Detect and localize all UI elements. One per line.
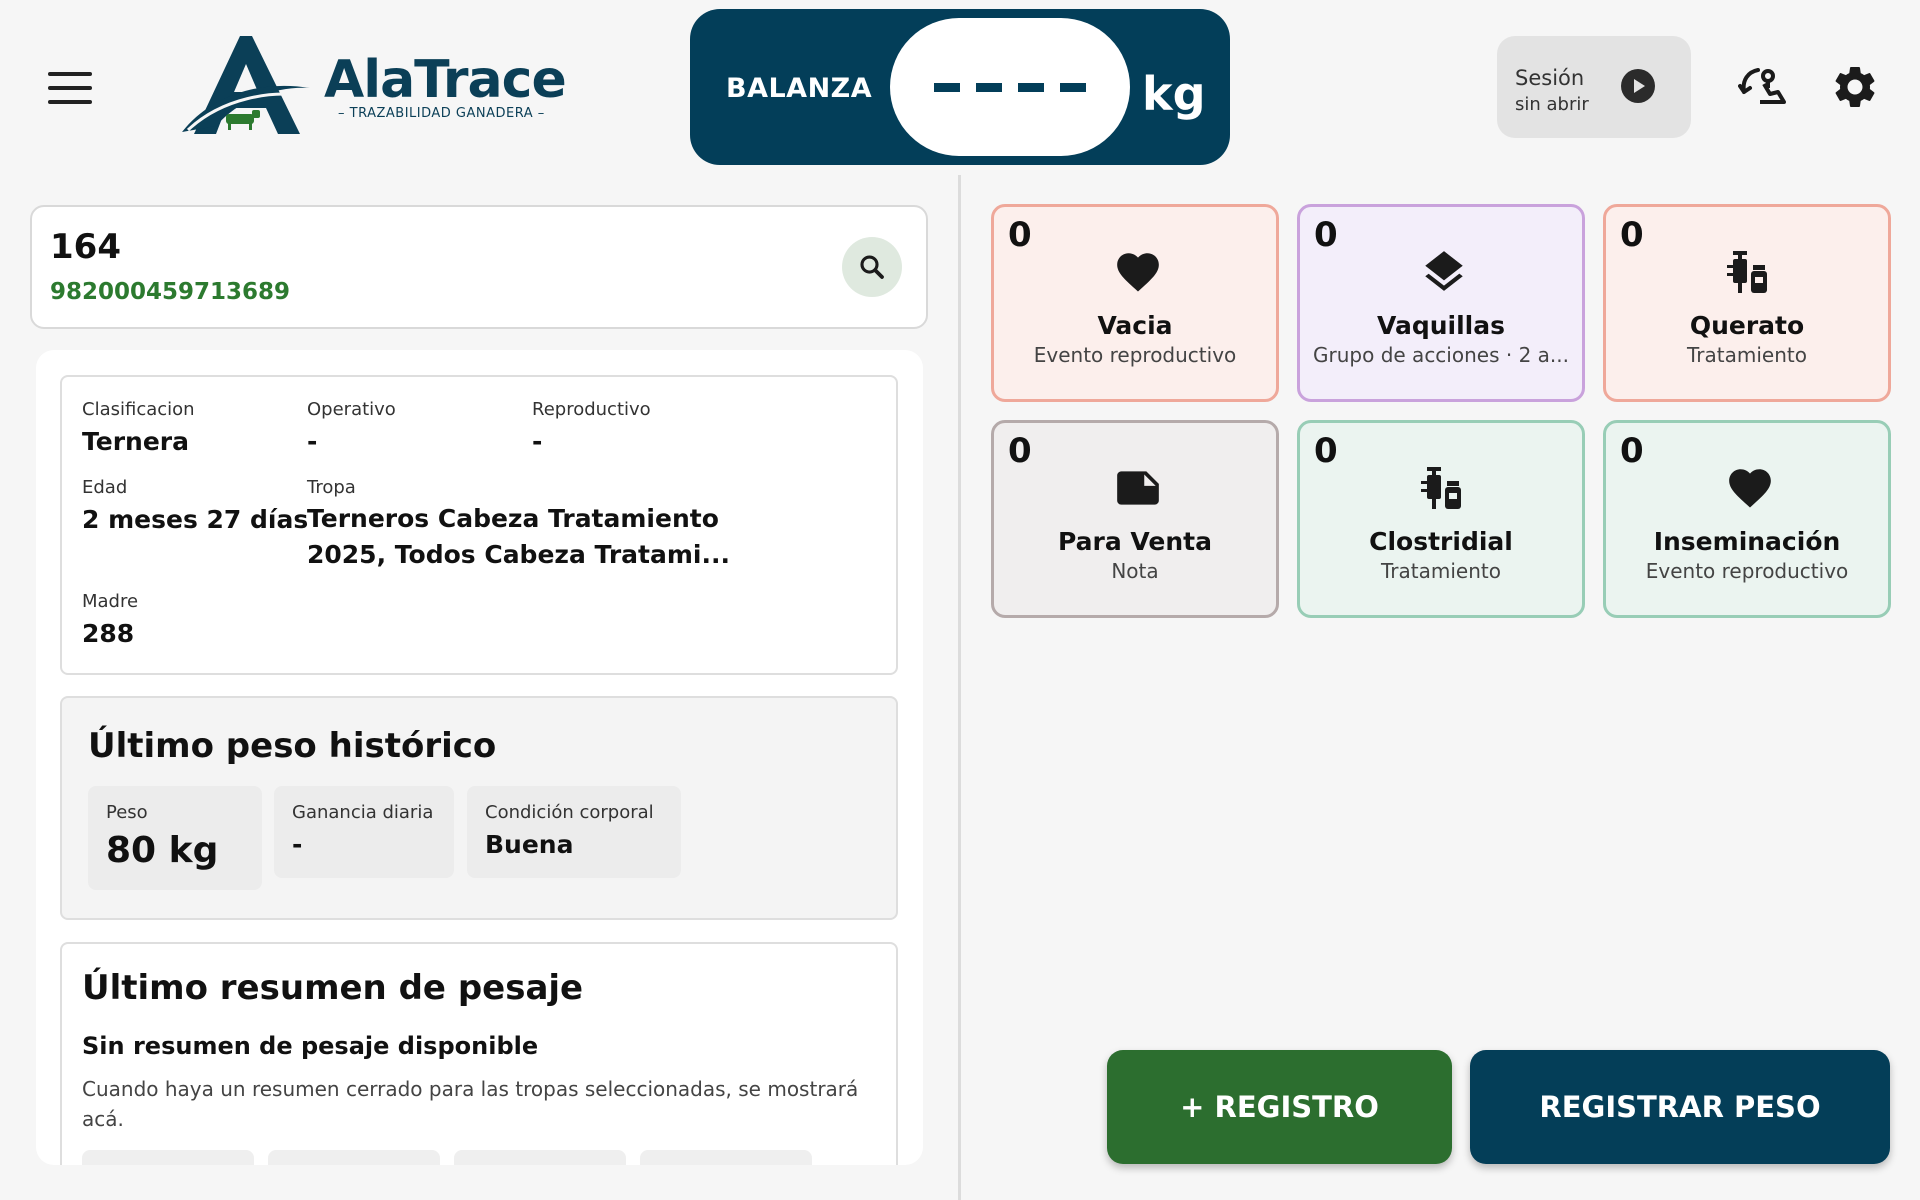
- tile-subtitle: Nota: [1111, 559, 1159, 583]
- operativo-value: -: [307, 427, 318, 456]
- tile-title: Vacia: [1097, 311, 1173, 340]
- sesion-status: sin abrir: [1515, 94, 1589, 115]
- resumen-subtitle: Sin resumen de pesaje disponible: [82, 1032, 539, 1060]
- tropa-label: Tropa: [307, 477, 356, 498]
- tropa-value-line2: 2025, Todos Cabeza Tratami...: [307, 540, 730, 569]
- edad-value: 2 meses 27 días: [82, 505, 309, 534]
- registrar-peso-button[interactable]: REGISTRAR PESO: [1470, 1050, 1890, 1164]
- note-icon: [1117, 471, 1159, 505]
- resumen-pesaje-card: Último resumen de pesaje Sin resumen de …: [60, 942, 898, 1165]
- tile-title: Querato: [1689, 311, 1805, 340]
- resumen-title: Último resumen de pesaje: [82, 968, 584, 1008]
- tile-title: Clostridial: [1369, 527, 1513, 556]
- sync-icon[interactable]: [1738, 64, 1788, 110]
- balanza-display: BALANZA kg: [690, 9, 1230, 165]
- tile-vacia[interactable]: 0 Vacia Evento reproductivo: [991, 204, 1279, 402]
- tile-querato[interactable]: 0 Querato Tratamiento: [1603, 204, 1891, 402]
- resumen-placeholder: [268, 1150, 440, 1165]
- add-registro-button[interactable]: + REGISTRO: [1107, 1050, 1452, 1164]
- reproductivo-value: -: [532, 427, 543, 456]
- ganancia-box: Ganancia diaria -: [274, 786, 454, 878]
- madre-value: 288: [82, 619, 135, 648]
- clasificacion-label: Clasificacion: [82, 399, 195, 420]
- search-icon: [860, 255, 884, 279]
- resumen-placeholder: [82, 1150, 254, 1165]
- tile-title: Inseminación: [1653, 527, 1841, 556]
- ultimo-peso-card: Último peso histórico Peso 80 kg Gananci…: [60, 696, 898, 920]
- play-icon: [1621, 69, 1655, 103]
- ganancia-label: Ganancia diaria: [292, 802, 434, 823]
- balanza-placeholder-dashes: [934, 82, 1086, 92]
- tile-para-venta[interactable]: 0 Para Venta Nota: [991, 420, 1279, 618]
- tile-subtitle: Tratamiento: [1687, 343, 1807, 367]
- resumen-placeholder: [640, 1150, 812, 1165]
- tile-count: 0: [1620, 215, 1644, 255]
- menu-icon[interactable]: [40, 66, 100, 110]
- tile-count: 0: [1008, 431, 1032, 471]
- logo-tagline: – TRAZABILIDAD GANADERA –: [338, 106, 545, 121]
- condicion-label: Condición corporal: [485, 802, 654, 823]
- animal-detail-panel[interactable]: Clasificacion Ternera Operativo - Reprod…: [36, 350, 923, 1165]
- balanza-label: BALANZA: [726, 73, 873, 104]
- syringe-vial-icon: [1421, 467, 1461, 509]
- operativo-label: Operativo: [307, 399, 396, 420]
- tile-count: 0: [1314, 215, 1338, 255]
- gear-icon[interactable]: [1830, 62, 1880, 112]
- heart-icon: [1117, 253, 1159, 292]
- tile-subtitle: Grupo de acciones · 2 a...: [1313, 343, 1569, 367]
- condicion-box: Condición corporal Buena: [467, 786, 681, 878]
- tile-count: 0: [1314, 431, 1338, 471]
- tile-subtitle: Evento reproductivo: [1645, 559, 1849, 583]
- madre-label: Madre: [82, 591, 139, 612]
- logo-name: AlaTrace: [324, 50, 567, 110]
- panel-divider: [958, 175, 961, 1200]
- search-button[interactable]: [842, 237, 902, 297]
- app-header: AlaTrace – TRAZABILIDAD GANADERA – BALAN…: [0, 0, 1920, 175]
- balanza-unit: kg: [1142, 67, 1206, 121]
- tile-title: Para Venta: [1058, 527, 1212, 556]
- tile-title: Vaquillas: [1376, 311, 1505, 340]
- condicion-value: Buena: [485, 830, 574, 859]
- animal-rfid: 982000459713689: [50, 279, 291, 305]
- animal-info-card: Clasificacion Ternera Operativo - Reprod…: [60, 375, 898, 675]
- syringe-vial-icon: [1727, 251, 1767, 293]
- peso-label: Peso: [106, 802, 148, 823]
- edad-label: Edad: [82, 477, 128, 498]
- tropa-value-line1: Terneros Cabeza Tratamiento: [307, 504, 719, 533]
- tile-count: 0: [1008, 215, 1032, 255]
- animal-id: 164: [50, 227, 121, 267]
- resumen-text: Cuando haya un resumen cerrado para las …: [82, 1077, 859, 1131]
- ultimo-peso-title: Último peso histórico: [88, 726, 497, 766]
- tile-inseminacion[interactable]: 0 Inseminación Evento reproductivo: [1603, 420, 1891, 618]
- logo-mark-icon: [182, 36, 310, 134]
- tile-subtitle: Tratamiento: [1381, 559, 1501, 583]
- ganancia-value: -: [292, 830, 303, 859]
- peso-value: 80 kg: [106, 830, 219, 871]
- tile-subtitle: Evento reproductivo: [1033, 343, 1237, 367]
- tile-vaquillas[interactable]: 0 Vaquillas Grupo de acciones · 2 a...: [1297, 204, 1585, 402]
- layers-icon: [1425, 251, 1463, 291]
- peso-box: Peso 80 kg: [88, 786, 262, 890]
- sesion-title: Sesión: [1515, 66, 1585, 90]
- alatrace-logo: AlaTrace – TRAZABILIDAD GANADERA –: [182, 34, 567, 140]
- heart-icon: [1729, 469, 1771, 508]
- tile-count: 0: [1620, 431, 1644, 471]
- reproductivo-label: Reproductivo: [532, 399, 651, 420]
- sesion-button[interactable]: Sesión sin abrir: [1497, 36, 1691, 138]
- clasificacion-value: Ternera: [82, 427, 189, 456]
- animal-search-card[interactable]: 164 982000459713689: [30, 205, 928, 329]
- resumen-placeholder: [454, 1150, 626, 1165]
- balanza-value: [890, 18, 1130, 156]
- tile-clostridial[interactable]: 0 Clostridial Tratamiento: [1297, 420, 1585, 618]
